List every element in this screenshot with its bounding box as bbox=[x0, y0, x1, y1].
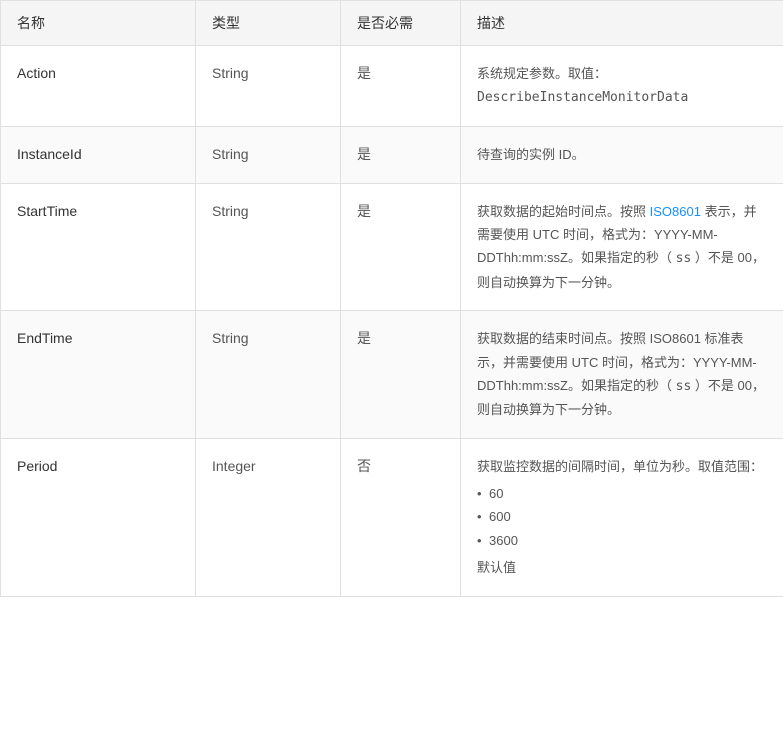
description-bullets: 606003600 bbox=[477, 482, 767, 552]
param-name: Period bbox=[1, 438, 196, 596]
api-params-table: 名称 类型 是否必需 描述 ActionString是系统规定参数。取值：Des… bbox=[0, 0, 783, 734]
param-name: StartTime bbox=[1, 183, 196, 311]
param-name: InstanceId bbox=[1, 126, 196, 183]
list-item: 3600 bbox=[477, 529, 767, 552]
table-row: PeriodInteger否 获取监控数据的间隔时间，单位为秒。取值范围： 6060… bbox=[1, 438, 783, 596]
param-type: String bbox=[196, 46, 341, 127]
table-row: ActionString是 系统规定参数。取值： DescribeInstanceM… bbox=[1, 46, 783, 127]
param-description: 系统规定参数。取值： DescribeInstanceMonitorData bbox=[461, 46, 783, 127]
param-required: 是 bbox=[341, 311, 461, 439]
table-row: EndTimeString是获取数据的结束时间点。按照 ISO8601 标准表示… bbox=[1, 311, 783, 439]
code-snippet: ss bbox=[676, 251, 692, 266]
param-type: String bbox=[196, 126, 341, 183]
param-required: 是 bbox=[341, 126, 461, 183]
param-required: 是 bbox=[341, 46, 461, 127]
description-text: 系统规定参数。取值： bbox=[477, 66, 607, 81]
param-type: String bbox=[196, 311, 341, 439]
param-required: 否 bbox=[341, 438, 461, 596]
param-name: Action bbox=[1, 46, 196, 127]
param-description: 获取数据的起始时间点。按照 ISO8601 表示，并需要使用 UTC 时间，格式… bbox=[461, 183, 783, 311]
table-row: InstanceIdString是 待查询的实例 ID。 bbox=[1, 126, 783, 183]
param-description: 获取数据的结束时间点。按照 ISO8601 标准表示，并需要使用 UTC 时间，… bbox=[461, 311, 783, 439]
header-type: 类型 bbox=[196, 1, 341, 46]
description-link[interactable]: ISO8601 bbox=[650, 204, 701, 219]
param-name: EndTime bbox=[1, 311, 196, 439]
description-text: 待查询的实例 ID。 bbox=[477, 147, 585, 162]
list-item: 600 bbox=[477, 505, 767, 528]
table-row: StartTimeString是获取数据的起始时间点。按照 ISO8601 表示… bbox=[1, 183, 783, 311]
header-description: 描述 bbox=[461, 1, 783, 46]
list-item: 60 bbox=[477, 482, 767, 505]
description-text: 获取数据的起始时间点。按照 bbox=[477, 204, 650, 219]
param-required: 是 bbox=[341, 183, 461, 311]
param-type: String bbox=[196, 183, 341, 311]
table-header-row: 名称 类型 是否必需 描述 bbox=[1, 1, 783, 46]
param-type: Integer bbox=[196, 438, 341, 596]
code-snippet: DescribeInstanceMonitorData bbox=[477, 90, 688, 105]
description-suffix: 默认值 bbox=[477, 560, 516, 575]
code-snippet: ss bbox=[676, 379, 692, 394]
param-description: 获取监控数据的间隔时间，单位为秒。取值范围： 606003600 默认值 bbox=[461, 438, 783, 596]
description-prefix: 获取监控数据的间隔时间，单位为秒。取值范围： bbox=[477, 459, 763, 474]
param-description: 待查询的实例 ID。 bbox=[461, 126, 783, 183]
header-name: 名称 bbox=[1, 1, 196, 46]
header-required: 是否必需 bbox=[341, 1, 461, 46]
